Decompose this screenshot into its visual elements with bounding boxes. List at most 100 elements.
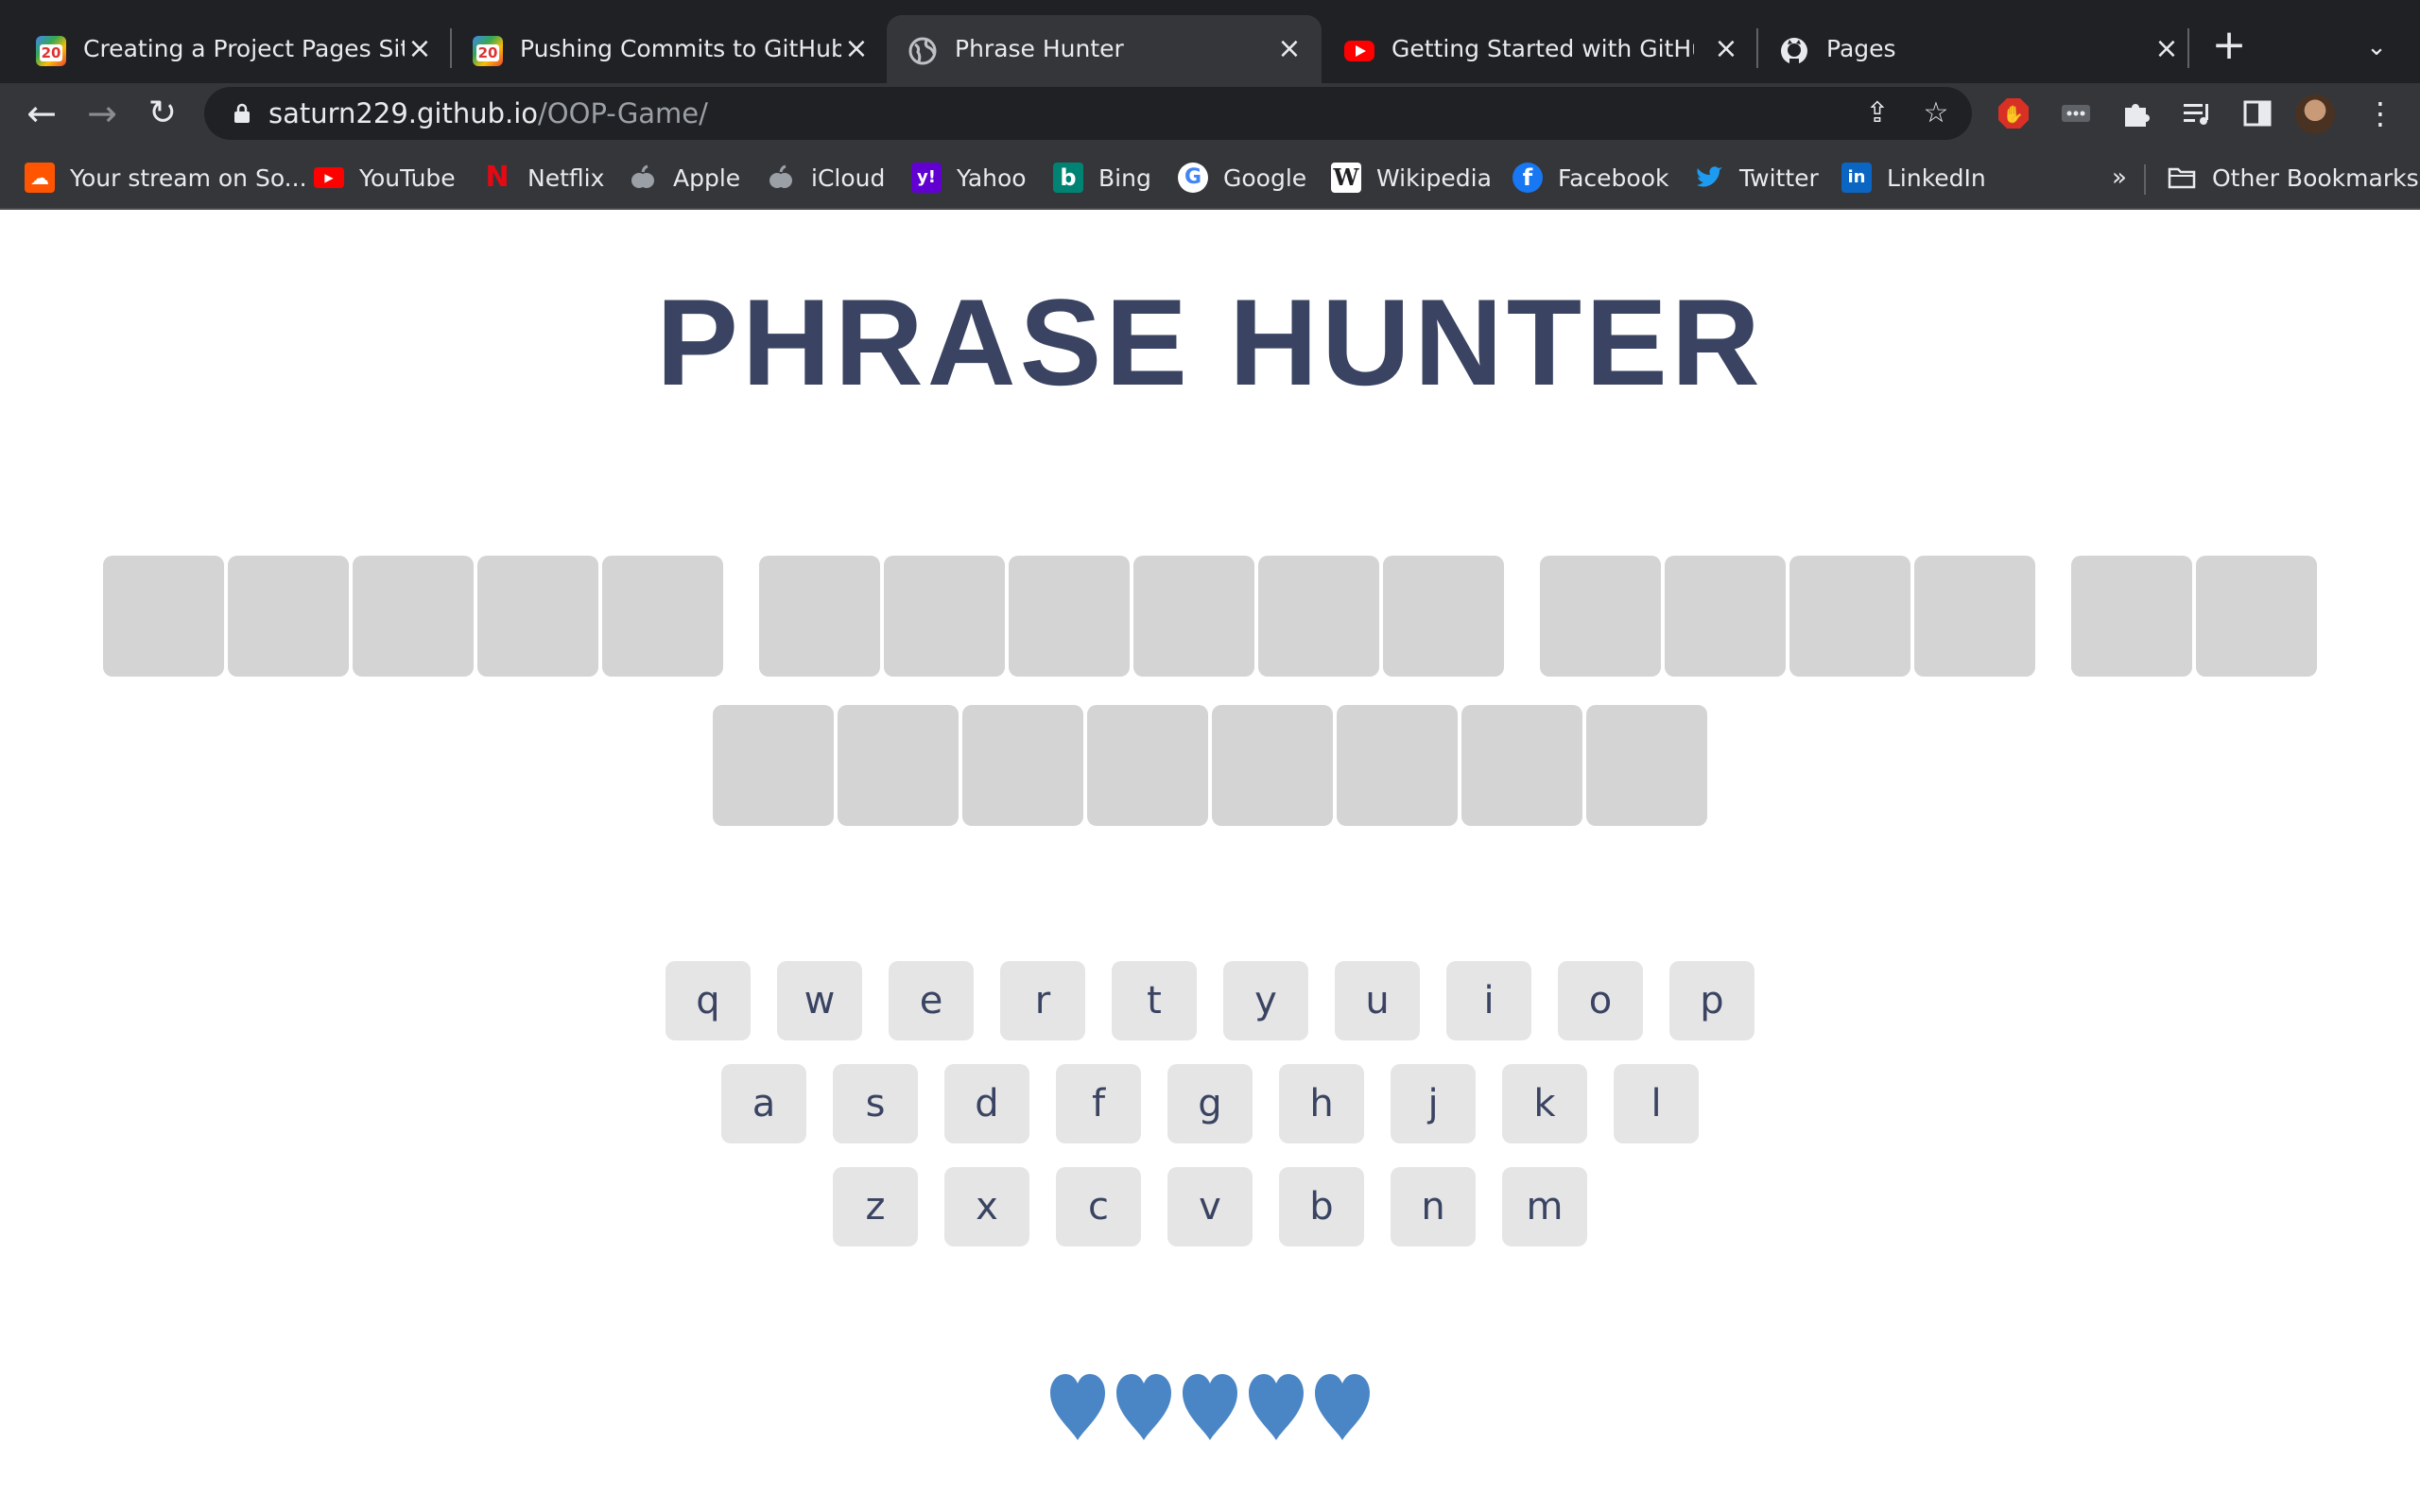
key-r-button[interactable]: r (1000, 961, 1085, 1040)
key-a-button[interactable]: a (721, 1064, 806, 1143)
new-tab-icon[interactable]: + (2210, 25, 2248, 66)
phrase-word (711, 705, 1709, 826)
bookmark-bing[interactable]: b Bing (1053, 161, 1151, 195)
bookmark-yahoo[interactable]: y! Yahoo (911, 161, 1027, 195)
bookmark-star-icon[interactable]: ☆ (1921, 98, 1951, 129)
hidden-letter-tile (602, 556, 723, 677)
linkedin-icon: in (1841, 163, 1872, 193)
url-text[interactable]: saturn229.github.io/OOP-Game/ (268, 96, 708, 130)
bookmark-label: Google (1223, 163, 1307, 192)
onscreen-keyboard: qwertyuiop asdfghjkl zxcvbnm (0, 961, 2420, 1270)
other-bookmarks[interactable]: Other Bookmarks (2167, 161, 2419, 195)
bookmark-label: Twitter (1739, 163, 1819, 192)
bookmark-apple[interactable]: Apple (628, 161, 740, 195)
key-g-button[interactable]: g (1167, 1064, 1253, 1143)
browser-chrome: 20 Creating a Project Pages Site × 20 Pu… (0, 0, 2420, 210)
key-i-button[interactable]: i (1446, 961, 1531, 1040)
key-s-button[interactable]: s (833, 1064, 918, 1143)
bookmark-icloud[interactable]: iCloud (766, 161, 885, 195)
wikipedia-icon: W (1331, 163, 1361, 193)
password-manager-icon[interactable] (2059, 96, 2093, 130)
back-arrow-icon[interactable]: ← (21, 93, 62, 134)
extensions-puzzle-icon[interactable] (2119, 96, 2153, 130)
key-n-button[interactable]: n (1391, 1167, 1476, 1246)
bookmark-linkedin[interactable]: in LinkedIn (1841, 161, 1986, 195)
netflix-icon: N (485, 161, 510, 194)
bookmark-label: LinkedIn (1887, 163, 1986, 192)
page-title: PHRASE HUNTER (656, 273, 1764, 411)
key-c-button[interactable]: c (1056, 1167, 1141, 1246)
key-z-button[interactable]: z (833, 1167, 918, 1246)
key-m-button[interactable]: m (1502, 1167, 1587, 1246)
tab-creating-project-pages[interactable]: 20 Creating a Project Pages Site × (15, 15, 450, 83)
treehouse-20-icon: 20 (473, 36, 503, 66)
share-icon[interactable]: ⇪ (1862, 98, 1893, 129)
side-panel-icon[interactable] (2240, 96, 2274, 130)
heart-life-icon (1249, 1374, 1304, 1440)
tab-getting-started-github[interactable]: Getting Started with GitHub P × (1323, 15, 1756, 83)
kebab-menu-icon[interactable]: ⋮ (2363, 96, 2397, 130)
key-y-button[interactable]: y (1223, 961, 1308, 1040)
key-k-button[interactable]: k (1502, 1064, 1587, 1143)
adblock-icon[interactable]: ✋ (1996, 96, 2031, 130)
key-j-button[interactable]: j (1391, 1064, 1476, 1143)
key-q-button[interactable]: q (666, 961, 751, 1040)
key-p-button[interactable]: p (1669, 961, 1754, 1040)
key-u-button[interactable]: u (1335, 961, 1420, 1040)
bookmark-youtube[interactable]: ▶ YouTube (314, 161, 456, 195)
key-e-button[interactable]: e (889, 961, 974, 1040)
chevron-down-icon[interactable]: ⌄ (2360, 30, 2394, 64)
key-t-button[interactable]: t (1112, 961, 1197, 1040)
tab-close-icon[interactable]: × (1274, 34, 1305, 64)
forward-arrow-icon[interactable]: → (81, 93, 123, 134)
bookmarks-overflow-button[interactable]: » (2112, 161, 2127, 195)
key-v-button[interactable]: v (1167, 1167, 1253, 1246)
facebook-icon: f (1512, 163, 1543, 193)
key-b-button[interactable]: b (1279, 1167, 1364, 1246)
phrase-word (2069, 556, 2319, 677)
hidden-letter-tile (1789, 556, 1910, 677)
hidden-letter-tile (2071, 556, 2192, 677)
key-h-button[interactable]: h (1279, 1064, 1364, 1143)
github-icon (1781, 38, 1807, 64)
bookmark-twitter[interactable]: Twitter (1694, 161, 1819, 195)
tab-title: Creating a Project Pages Site (83, 35, 405, 62)
bookmark-netflix[interactable]: N Netflix (482, 161, 604, 195)
key-w-button[interactable]: w (777, 961, 862, 1040)
hidden-letter-tile (1009, 556, 1130, 677)
bookmark-soundcloud[interactable]: ☁ Your stream on So... (25, 161, 307, 195)
keyboard-row: asdfghjkl (0, 1064, 2420, 1143)
hidden-letter-tile (1212, 705, 1333, 826)
tab-title: Getting Started with GitHub P (1392, 35, 1694, 62)
bookmark-wikipedia[interactable]: W Wikipedia (1331, 161, 1492, 195)
hidden-letter-tile (1337, 705, 1458, 826)
address-bar[interactable]: saturn229.github.io/OOP-Game/ ⇪ ☆ (204, 87, 1972, 140)
bookmark-label: Wikipedia (1376, 163, 1492, 192)
bookmark-label: Facebook (1558, 163, 1669, 192)
tab-pushing-commits[interactable]: 20 Pushing Commits to GitHub ( × (452, 15, 885, 83)
media-queue-icon[interactable] (2180, 96, 2214, 130)
key-f-button[interactable]: f (1056, 1064, 1141, 1143)
tab-close-icon[interactable]: × (841, 34, 872, 64)
key-l-button[interactable]: l (1614, 1064, 1699, 1143)
svg-text:✋: ✋ (2003, 104, 2024, 125)
tab-close-icon[interactable]: × (1711, 34, 1741, 64)
bookmark-google[interactable]: G Google (1178, 161, 1306, 195)
tab-phrase-hunter[interactable]: Phrase Hunter × (887, 15, 1322, 83)
profile-avatar[interactable] (2295, 94, 2335, 134)
tab-close-icon[interactable]: × (2152, 34, 2182, 64)
tab-title: Pushing Commits to GitHub ( (520, 35, 841, 62)
heart-life-icon (1183, 1374, 1237, 1440)
bookmark-facebook[interactable]: f Facebook (1512, 161, 1668, 195)
tab-pages[interactable]: Pages × (1758, 15, 2193, 83)
folder-icon (2168, 167, 2196, 189)
bookmark-label: Other Bookmarks (2212, 163, 2419, 192)
hidden-letter-tile (1258, 556, 1379, 677)
reload-icon[interactable]: ↻ (142, 93, 183, 134)
hidden-letter-tile (477, 556, 598, 677)
key-o-button[interactable]: o (1558, 961, 1643, 1040)
hidden-letter-tile (1087, 705, 1208, 826)
key-x-button[interactable]: x (944, 1167, 1029, 1246)
key-d-button[interactable]: d (944, 1064, 1029, 1143)
tab-close-icon[interactable]: × (405, 34, 435, 64)
